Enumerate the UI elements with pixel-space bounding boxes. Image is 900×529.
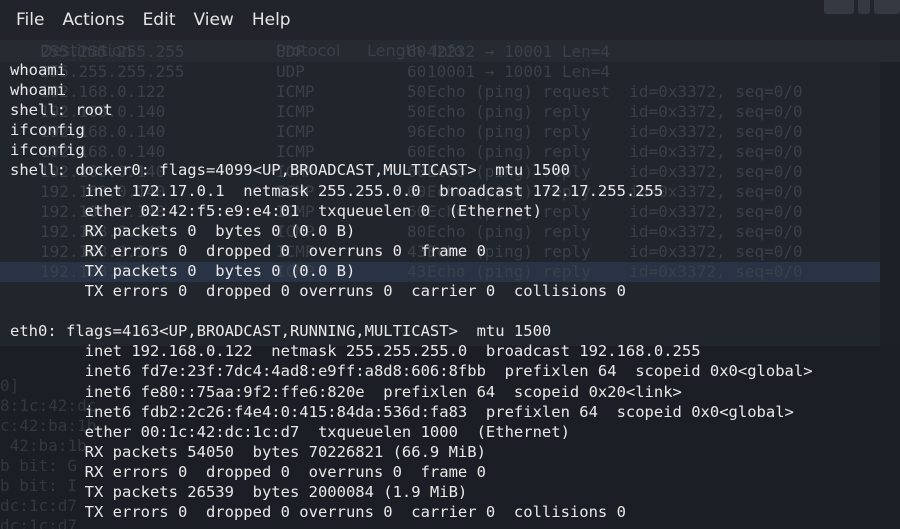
terminal-line: ifconfig	[10, 141, 85, 160]
terminal-line: RX packets 0 bytes 0 (0.0 B)	[10, 221, 356, 240]
terminal-line: shell: docker0: flags=4099<UP,BROADCAST,…	[10, 161, 570, 180]
window-controls	[820, 0, 900, 14]
terminal-line: TX errors 0 dropped 0 overruns 0 carrier…	[10, 282, 626, 301]
table-row: 255.255.255.255 UDP 60 42232 → 10001 Len=4	[0, 42, 880, 62]
cell-info: 42232 → 10001 Len=4	[427, 42, 611, 61]
menu-help[interactable]: Help	[243, 10, 300, 30]
terminal-line: inet6 fdb2:2c26:f4e4:0:415:84da:536d:fa8…	[10, 402, 794, 421]
terminal-line: TX packets 0 bytes 0 (0.0 B)	[10, 261, 356, 280]
terminal-line: inet6 fd7e:23f:7dc4:4ad8:e9ff:a8d8:606:8…	[10, 362, 813, 381]
terminal-line: inet 192.168.0.122 netmask 255.255.255.0…	[10, 342, 701, 361]
terminal-line: eth0: flags=4163<UP,BROADCAST,RUNNING,MU…	[10, 322, 552, 341]
terminal-line: shell: root	[10, 101, 113, 120]
menu-file[interactable]: File	[0, 10, 53, 30]
menu-bar: File Actions Edit View Help	[0, 0, 900, 40]
cell-dest: 255.255.255.255	[40, 42, 185, 61]
menu-edit[interactable]: Edit	[134, 10, 185, 30]
terminal-line: inet6 fe80::75aa:9f2:ffe6:820e prefixlen…	[10, 382, 682, 401]
window-menu-icon	[824, 0, 854, 14]
add-icon	[874, 0, 900, 14]
menu-view[interactable]: View	[184, 10, 242, 30]
terminal-line: TX errors 0 dropped 0 overruns 0 carrier…	[10, 503, 626, 522]
terminal-line: whoami	[10, 61, 66, 79]
menu-actions[interactable]: Actions	[53, 10, 133, 30]
terminal-line: RX packets 54050 bytes 70226821 (66.9 Mi…	[10, 442, 486, 461]
terminal-line: RX errors 0 dropped 0 overruns 0 frame 0	[10, 462, 486, 481]
cell-proto: UDP	[276, 42, 305, 61]
terminal-output: whoami whoami shell: root ifconfig ifconfig s…	[10, 60, 895, 522]
terminal-line: TX packets 26539 bytes 2000084 (1.9 MiB)	[10, 482, 468, 501]
terminal-line: ifconfig	[10, 121, 85, 140]
terminal-line: inet 172.17.0.1 netmask 255.255.0.0 broa…	[10, 181, 664, 200]
terminal-line: whoami	[10, 81, 66, 100]
cell-len: 60	[407, 42, 427, 61]
terminal-line: ether 00:1c:42:dc:1c:d7 txqueuelen 1000 …	[10, 422, 570, 441]
terminal-line: RX errors 0 dropped 0 overruns 0 frame 0	[10, 241, 486, 260]
terminal-line: ether 02:42:f5:e9:e4:01 txqueuelen 0 (Et…	[10, 201, 542, 220]
chevron-down-icon	[858, 0, 870, 14]
